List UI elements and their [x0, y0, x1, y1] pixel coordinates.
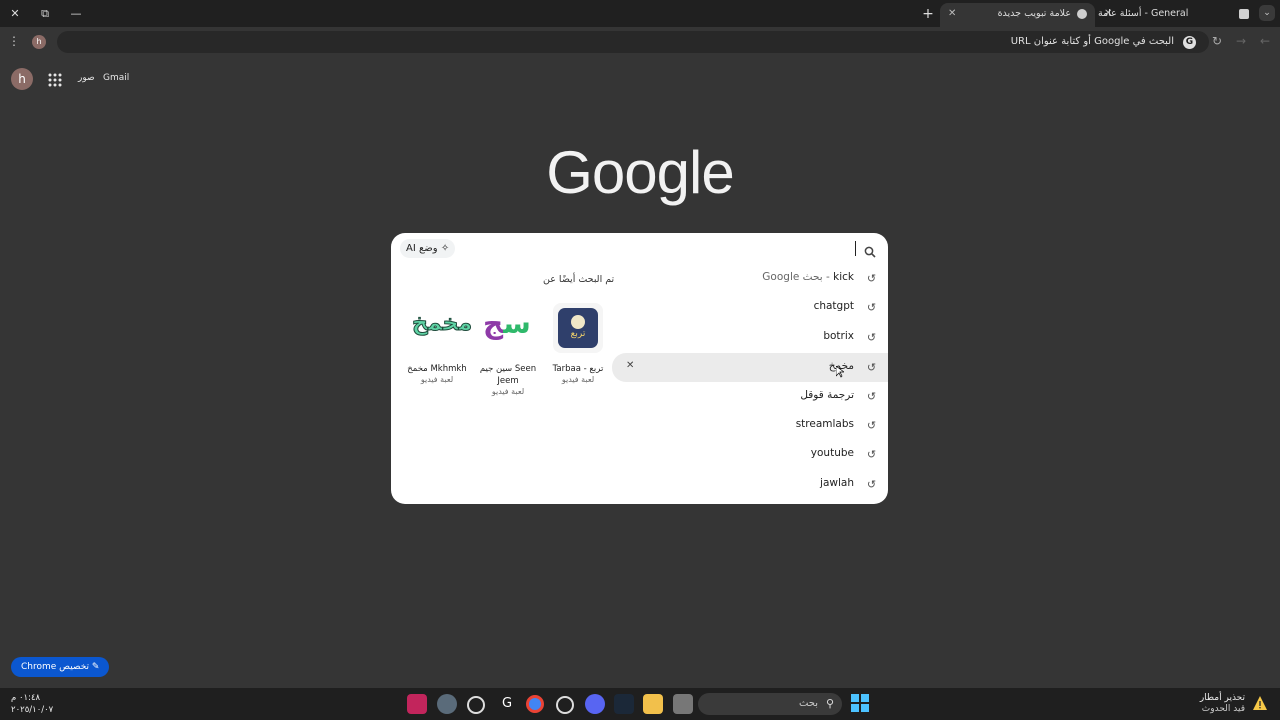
- weather-title[interactable]: تحذير أمطار: [1200, 693, 1245, 703]
- clock-time[interactable]: ٠١:٤٨ م: [11, 693, 40, 703]
- customize-chrome-label: تخصيص Chrome: [21, 662, 90, 672]
- history-icon: ↺: [866, 272, 877, 285]
- folder-icon[interactable]: [643, 694, 663, 714]
- history-icon: ↺: [866, 478, 877, 491]
- reload-icon[interactable]: ↻: [1209, 34, 1225, 48]
- search-input[interactable]: [544, 239, 848, 260]
- related-card[interactable]: تربع Tarbaa - تربع لعبة فيديو: [543, 303, 613, 384]
- suggestion-text: botrix: [823, 330, 854, 342]
- app-icon[interactable]: [673, 694, 693, 714]
- related-card-type: لعبة فيديو: [561, 375, 595, 384]
- suggestion-row[interactable]: streamlabs ↺: [612, 411, 888, 440]
- apps-grid-icon[interactable]: [48, 72, 62, 87]
- history-icon: ↺: [866, 331, 877, 344]
- google-logo: Google: [546, 139, 734, 206]
- history-icon: ↺: [866, 448, 877, 461]
- start-windows-icon[interactable]: [851, 694, 871, 714]
- seen-jeem-logo: سج: [483, 307, 531, 340]
- history-icon: ↺: [866, 361, 877, 374]
- related-card[interactable]: مخمخ مخمخ Mkhmkh لعبة فيديو: [402, 303, 473, 385]
- related-searches-title: تم البحث أيضًا عن: [543, 274, 615, 285]
- weather-subtitle[interactable]: قيد الحدوث: [1202, 704, 1245, 714]
- related-card-name: Tarbaa - تربع: [552, 364, 604, 374]
- images-link[interactable]: صور: [78, 73, 95, 83]
- google-icon: G: [1183, 36, 1196, 49]
- search-icon: ⚲: [825, 697, 834, 710]
- app-icon[interactable]: [556, 696, 574, 714]
- suggestion-row[interactable]: youtube ↺: [612, 440, 888, 469]
- new-tab-button[interactable]: +: [917, 5, 939, 23]
- suggestion-subtext: - بحث Google: [762, 271, 834, 283]
- chrome-tab-icon: [1077, 9, 1087, 19]
- taskbar: [0, 688, 1280, 720]
- mkhmkh-logo: مخمخ: [411, 311, 473, 337]
- text-cursor: [855, 241, 856, 256]
- app-icon[interactable]: G: [497, 694, 517, 714]
- back-icon[interactable]: ←: [1257, 34, 1273, 48]
- gmail-link[interactable]: Gmail: [103, 73, 129, 83]
- search-icon: [864, 243, 876, 258]
- customize-chrome-button[interactable]: ✎ تخصيص Chrome: [11, 657, 110, 677]
- related-card-type: لعبة فيديو: [420, 375, 454, 384]
- suggestion-text: streamlabs: [795, 418, 854, 430]
- suggestion-text: ترجمة قوقل: [800, 389, 854, 401]
- tab-general-questions[interactable]: ✕ أسئلة عامة - General Questions: [1098, 3, 1255, 41]
- restore-window-button[interactable]: ⧉: [34, 5, 56, 23]
- suggestion-row[interactable]: kick - بحث Google ↺: [612, 264, 888, 293]
- suggestion-text: kick: [833, 271, 854, 283]
- omnibox-placeholder: البحث في Google أو كتابة عنوان URL: [1010, 36, 1174, 47]
- ai-mode-button[interactable]: ✧ وضع AI: [400, 239, 456, 258]
- pencil-icon: ✎: [91, 662, 100, 672]
- suggestion-text: youtube: [810, 447, 854, 459]
- profile-avatar[interactable]: h: [32, 35, 46, 49]
- minimize-window-button[interactable]: —: [65, 5, 87, 23]
- suggestion-text: chatgpt: [813, 300, 854, 312]
- tarbaa-logo: تربع: [553, 303, 603, 353]
- account-avatar[interactable]: h: [11, 68, 33, 90]
- app-icon[interactable]: [467, 696, 485, 714]
- remove-suggestion-button[interactable]: ✕: [626, 360, 634, 371]
- suggestion-text: jawlah: [820, 477, 854, 489]
- ai-mode-label: وضع AI: [406, 243, 438, 254]
- tab-label: علامة تبويب جديدة: [997, 8, 1071, 19]
- suggestion-row[interactable]: ترجمة قوقل ↺: [612, 382, 888, 411]
- related-card[interactable]: سج سين جيم Seen Jeem لعبة فيديو: [473, 303, 543, 396]
- taskbar-search-placeholder: بحث: [798, 698, 818, 709]
- tab-new-tab[interactable]: ✕ علامة تبويب جديدة: [940, 3, 1095, 27]
- taskbar-search[interactable]: ⚲ بحث: [698, 693, 842, 715]
- warning-icon: [1252, 695, 1268, 711]
- history-icon: ↺: [866, 301, 877, 314]
- chrome-icon[interactable]: [526, 695, 544, 713]
- tab-search-button[interactable]: ⌄: [1259, 5, 1275, 21]
- close-window-button[interactable]: ✕: [4, 5, 26, 23]
- suggestion-row[interactable]: chatgpt ↺: [612, 293, 888, 322]
- settings-icon[interactable]: [437, 694, 457, 714]
- clock-date[interactable]: ٢٠٢٥/١٠/٠٧: [11, 705, 53, 715]
- ai-mode-icon: ✧: [440, 243, 450, 254]
- history-icon: ↺: [866, 419, 877, 432]
- search-box: ✧ وضع AI kick - بحث Google ↺ chatgpt ↺ b…: [391, 233, 888, 504]
- forward-icon[interactable]: →: [1233, 34, 1249, 48]
- suggestion-row[interactable]: مخمخ ↺ ✕: [612, 353, 888, 382]
- suggestion-row[interactable]: jawlah ↺: [612, 470, 888, 499]
- site-favicon-icon: [1239, 9, 1249, 19]
- related-card-name: مخمخ Mkhmkh: [407, 364, 467, 374]
- steam-icon[interactable]: [614, 694, 634, 714]
- menu-icon[interactable]: ⋮: [8, 34, 20, 48]
- app-icon[interactable]: [407, 694, 427, 714]
- discord-icon[interactable]: [585, 694, 605, 714]
- related-card-type: لعبة فيديو: [491, 387, 525, 396]
- suggestion-row[interactable]: botrix ↺: [612, 323, 888, 352]
- history-icon: ↺: [866, 390, 877, 403]
- related-card-name: سين جيم Seen Jeem: [479, 364, 537, 386]
- mouse-cursor-icon: [835, 363, 846, 378]
- close-tab-icon[interactable]: ✕: [948, 3, 956, 25]
